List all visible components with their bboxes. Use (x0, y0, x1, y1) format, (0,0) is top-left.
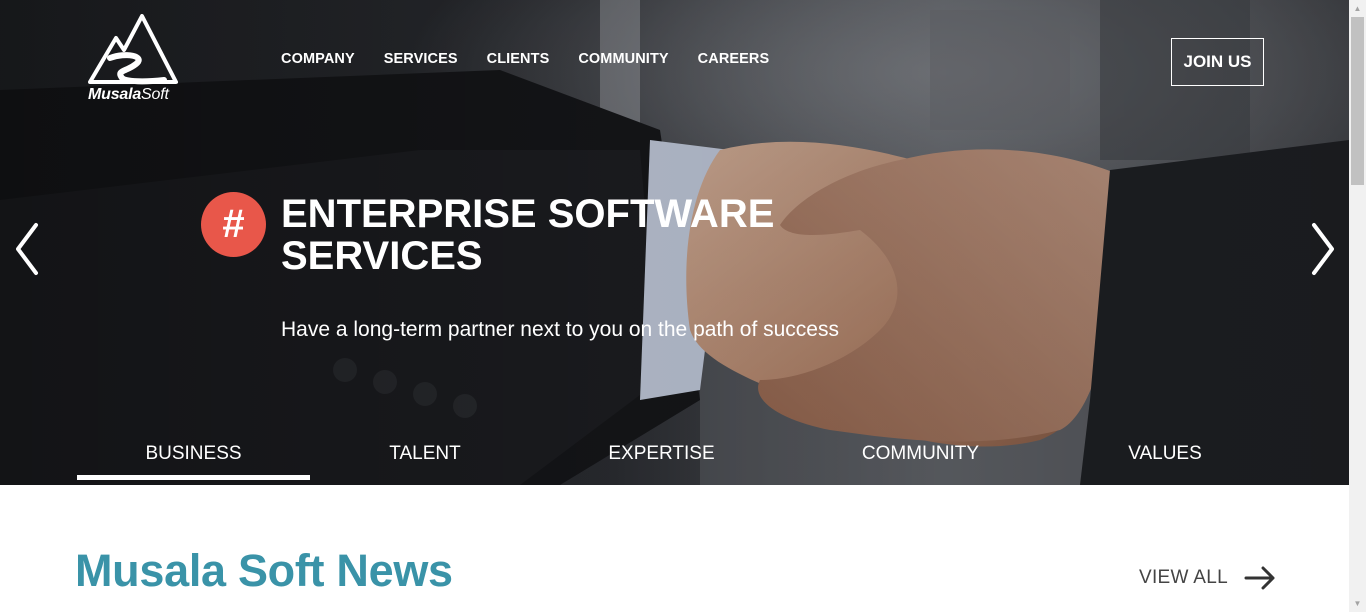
musala-soft-logo[interactable]: MusalaSoft (86, 14, 181, 106)
hero-tabs: BUSINESS TALENT EXPERTISE COMMUNITY VALU… (77, 430, 1272, 480)
slider-next-button[interactable] (1308, 222, 1338, 276)
hashtag-badge: # (201, 192, 266, 257)
chevron-right-icon (1312, 223, 1334, 275)
tab-community[interactable]: COMMUNITY (783, 430, 1058, 480)
logo-text-bold: Musala (88, 86, 142, 103)
slider-prev-button[interactable] (12, 222, 42, 276)
nav-item-company[interactable]: COMPANY (281, 51, 355, 67)
tab-values[interactable]: VALUES (1058, 430, 1272, 480)
chevron-left-icon (16, 223, 38, 275)
scrollbar-thumb[interactable] (1351, 17, 1364, 185)
join-us-button[interactable]: JOIN US (1171, 38, 1264, 86)
scroll-down-icon[interactable]: ▼ (1349, 595, 1366, 612)
logo-text-light: Soft (141, 86, 169, 103)
view-all-label: VIEW ALL (1139, 567, 1228, 588)
tab-business[interactable]: BUSINESS (77, 430, 310, 480)
page: MusalaSoft COMPANY SERVICES CLIENTS COMM… (0, 0, 1349, 612)
page-scrollbar[interactable]: ▲ ▼ (1349, 0, 1366, 612)
nav-item-careers[interactable]: CAREERS (698, 51, 770, 67)
mountain-logo-icon (88, 14, 178, 85)
nav-item-services[interactable]: SERVICES (384, 51, 458, 67)
logo-text: MusalaSoft (88, 86, 169, 104)
tab-talent[interactable]: TALENT (310, 430, 540, 480)
news-section-title: Musala Soft News (75, 545, 453, 596)
hero-subtitle: Have a long-term partner next to you on … (281, 318, 839, 341)
scroll-up-icon[interactable]: ▲ (1349, 0, 1366, 17)
nav-item-community[interactable]: COMMUNITY (578, 51, 668, 67)
nav-item-clients[interactable]: CLIENTS (487, 51, 550, 67)
hero-slider: MusalaSoft COMPANY SERVICES CLIENTS COMM… (0, 0, 1349, 485)
view-all-link[interactable]: VIEW ALL (1139, 566, 1276, 590)
arrow-right-icon (1244, 566, 1275, 590)
tab-expertise[interactable]: EXPERTISE (540, 430, 783, 480)
hero-title: ENTERPRISE SOFTWARE SERVICES (281, 192, 775, 278)
main-nav: COMPANY SERVICES CLIENTS COMMUNITY CAREE… (281, 51, 798, 67)
